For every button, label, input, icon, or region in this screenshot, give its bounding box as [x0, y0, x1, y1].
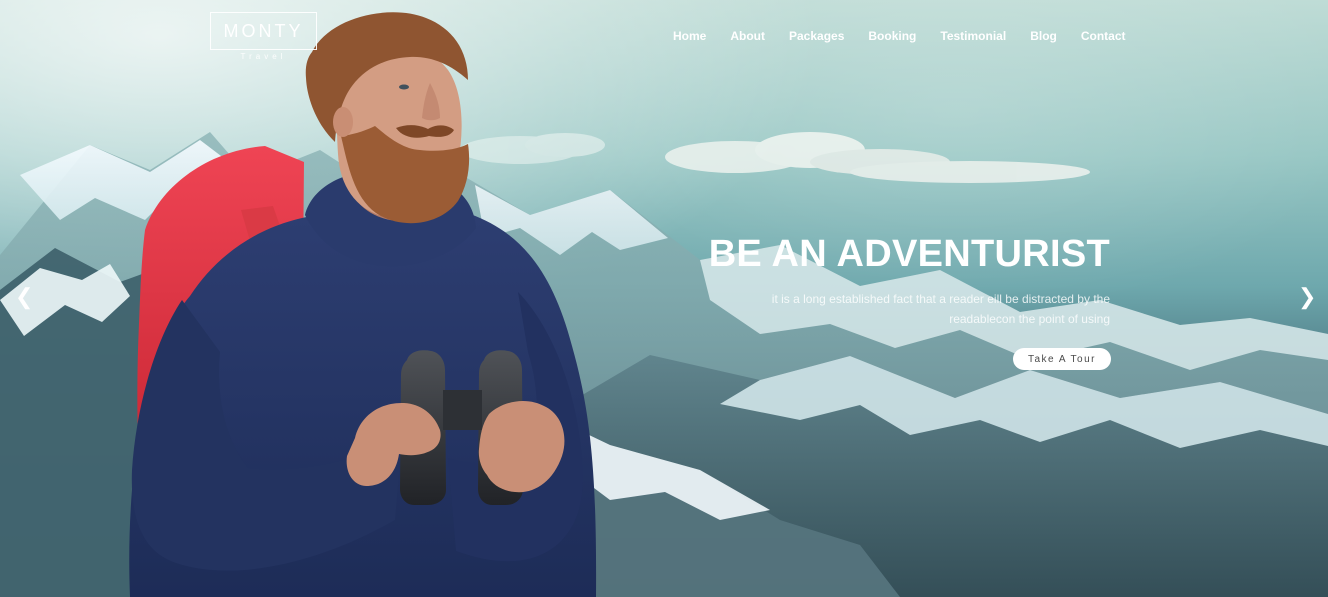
nav-packages[interactable]: Packages: [789, 30, 844, 42]
brand-name: MONTY: [223, 21, 304, 41]
hiker-figure: [129, 12, 597, 597]
chevron-left-icon[interactable]: ❮: [15, 286, 33, 308]
chevron-right-icon[interactable]: ❯: [1298, 286, 1316, 308]
hero-description-line-2: readablecon the point of using: [949, 311, 1110, 326]
brand-tagline: Travel: [240, 52, 287, 61]
hero-section: MONTY Travel Home About Packages Booking…: [0, 0, 1328, 597]
hero-title: BE AN ADVENTURIST: [708, 233, 1110, 275]
nav-testimonial[interactable]: Testimonial: [940, 30, 1006, 42]
nav-booking[interactable]: Booking: [868, 30, 916, 42]
nav-contact[interactable]: Contact: [1081, 30, 1126, 42]
cloud-1: [665, 132, 1090, 183]
hero-description: it is a long established fact that a rea…: [700, 289, 1110, 329]
hero-copy: BE AN ADVENTURIST it is a long establish…: [700, 233, 1110, 329]
hero-description-line-1: it is a long established fact that a rea…: [771, 291, 1110, 306]
take-a-tour-button[interactable]: Take A Tour: [1013, 348, 1111, 370]
nav-home[interactable]: Home: [673, 30, 706, 42]
brand-logo[interactable]: MONTY Travel: [210, 12, 317, 61]
binocular-bridge: [443, 390, 482, 430]
nav-blog[interactable]: Blog: [1030, 30, 1057, 42]
main-navigation: Home About Packages Booking Testimonial …: [673, 30, 1126, 42]
nav-about[interactable]: About: [730, 30, 765, 42]
eye: [399, 84, 409, 90]
cloud-2: [460, 133, 605, 164]
hero-background-illustration: [0, 12, 1328, 597]
ear: [333, 107, 353, 137]
